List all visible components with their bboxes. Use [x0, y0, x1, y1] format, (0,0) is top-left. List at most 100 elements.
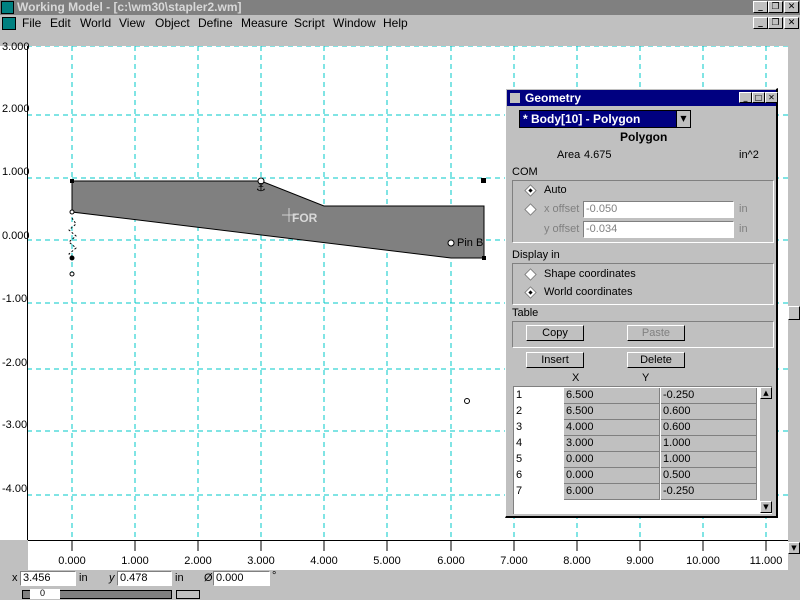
cell-x[interactable]: 6.500 — [564, 404, 660, 420]
document-icon[interactable] — [2, 17, 16, 30]
menu-edit[interactable]: Edit — [50, 16, 71, 30]
menu-define[interactable]: Define — [198, 16, 233, 30]
row-index: 7 — [516, 485, 523, 497]
area-unit: in^2 — [739, 149, 759, 161]
cell-x[interactable]: 6.500 — [564, 388, 660, 404]
cell-x[interactable]: 4.000 — [564, 420, 660, 436]
x-tick-label: 4.000 — [310, 555, 338, 567]
x-tick-label: 11.000 — [749, 555, 783, 567]
com-auto-label: Auto — [544, 184, 567, 196]
playback-field[interactable]: 0 — [30, 589, 60, 599]
world-coords-label: World coordinates — [544, 286, 633, 298]
selected-body: * Body[10] - Polygon — [523, 112, 641, 126]
menu-help[interactable]: Help — [383, 16, 408, 30]
cell-y[interactable]: 1.000 — [661, 436, 757, 452]
minimize-icon[interactable]: _ — [753, 1, 768, 13]
y-coord-field[interactable]: 0.478 — [117, 571, 172, 586]
cell-y[interactable]: 0.500 — [661, 468, 757, 484]
copy-button[interactable]: Copy — [526, 325, 584, 341]
x-tick-label: 0.000 — [58, 555, 86, 567]
playback-bar: 0 — [0, 588, 800, 600]
dialog-minimize-icon[interactable]: _ — [739, 92, 752, 103]
angle-field[interactable]: 0.000 — [213, 571, 270, 586]
restore-icon[interactable]: ❐ — [768, 1, 783, 13]
dialog-maximize-icon[interactable]: □ — [752, 92, 765, 103]
table-row[interactable]: 3 4.000 0.600 — [514, 420, 759, 436]
y-offset-field[interactable]: -0.034 — [583, 221, 734, 238]
table-scroll-down-icon[interactable]: ▼ — [760, 501, 772, 513]
x-tick-label: 9.000 — [626, 555, 654, 567]
cell-x[interactable]: 6.000 — [564, 484, 660, 500]
row-index: 1 — [516, 389, 523, 401]
close-icon[interactable]: ✕ — [784, 1, 799, 13]
menu-script[interactable]: Script — [294, 16, 325, 30]
geometry-dialog: Geometry _ □ ✕ * Body[10] - Polygon ▼ Po… — [505, 88, 778, 518]
menu-bar: File Edit World View Object Define Measu… — [0, 15, 800, 32]
vertical-scrollbar[interactable]: ▼ — [788, 46, 800, 554]
row-index: 6 — [516, 469, 523, 481]
cell-y[interactable]: -0.250 — [661, 388, 757, 404]
table-row[interactable]: 5 0.000 1.000 — [514, 452, 759, 468]
selection-handle-tl[interactable] — [70, 179, 74, 183]
x-tick-label: 6.000 — [437, 555, 465, 567]
playback-end-icon[interactable] — [176, 590, 200, 599]
menu-file[interactable]: File — [22, 16, 41, 30]
row-index: 2 — [516, 405, 523, 417]
paste-button[interactable]: Paste — [627, 325, 685, 341]
selection-handle-tr[interactable] — [481, 178, 486, 183]
cell-y[interactable]: -0.250 — [661, 484, 757, 500]
vertex-table: 1 6.500 -0.250 2 6.500 0.600 3 4.000 0.6… — [513, 386, 772, 514]
table-row[interactable]: 6 0.000 0.500 — [514, 468, 759, 484]
doc-restore-icon[interactable]: ❐ — [768, 17, 783, 29]
cell-y[interactable]: 1.000 — [661, 452, 757, 468]
x-offset-label: x offset — [544, 203, 580, 215]
pin-b-icon[interactable] — [447, 239, 455, 247]
y-tick-label: -4.00 — [2, 483, 28, 495]
status-bar: x 3.456 in y 0.478 in Ø 0.000 ° — [0, 570, 800, 588]
body-selector[interactable]: * Body[10] - Polygon ▼ — [519, 110, 691, 128]
y-ruler: 3.000 2.000 1.000 0.000 -1.00 -2.00 -3.0… — [0, 41, 30, 540]
cell-y[interactable]: 0.600 — [661, 420, 757, 436]
x-tick-label: 2.000 — [184, 555, 212, 567]
table-row[interactable]: 2 6.500 0.600 — [514, 404, 759, 420]
x-ruler-ticks — [71, 541, 767, 551]
cell-y[interactable]: 0.600 — [661, 404, 757, 420]
table-label: Table — [512, 307, 539, 319]
body-label: FOR — [292, 211, 318, 225]
x-coord-field[interactable]: 3.456 — [20, 571, 76, 586]
com-label: COM — [512, 166, 538, 178]
menu-world[interactable]: World — [80, 16, 111, 30]
insert-button[interactable]: Insert — [526, 352, 584, 368]
cell-x[interactable]: 0.000 — [564, 468, 660, 484]
doc-close-icon[interactable]: ✕ — [784, 17, 799, 29]
delete-button[interactable]: Delete — [627, 352, 685, 368]
doc-minimize-icon[interactable]: _ — [753, 17, 768, 29]
selection-handle-br[interactable] — [482, 256, 486, 260]
x-offset-unit: in — [739, 203, 748, 215]
y-unit-label: in — [175, 572, 184, 584]
dialog-menu-icon[interactable] — [510, 93, 520, 103]
x-tick-label: 10.000 — [686, 555, 720, 567]
table-scroll-up-icon[interactable]: ▲ — [760, 387, 772, 399]
geometry-title-bar[interactable]: Geometry _ □ ✕ — [507, 90, 778, 106]
menu-window[interactable]: Window — [333, 16, 376, 30]
table-row[interactable]: 4 3.000 1.000 — [514, 436, 759, 452]
x-offset-field[interactable]: -0.050 — [583, 201, 734, 218]
dialog-close-icon[interactable]: ✕ — [765, 92, 778, 103]
point-marker[interactable] — [464, 398, 470, 404]
app-icon[interactable] — [1, 1, 14, 14]
cell-x[interactable]: 3.000 — [564, 436, 660, 452]
scroll-down-icon[interactable]: ▼ — [788, 542, 800, 554]
scroll-thumb[interactable] — [788, 306, 800, 320]
table-row[interactable]: 1 6.500 -0.250 — [514, 388, 759, 404]
cell-x[interactable]: 0.000 — [564, 452, 660, 468]
table-scrollbar[interactable]: ▲ ▼ — [760, 387, 772, 513]
menu-measure[interactable]: Measure — [241, 16, 288, 30]
x-tick-label: 8.000 — [563, 555, 591, 567]
chevron-down-icon[interactable]: ▼ — [676, 111, 690, 127]
row-index: 5 — [516, 453, 523, 465]
menu-view[interactable]: View — [119, 16, 145, 30]
polygon-body[interactable] — [71, 180, 485, 259]
table-row[interactable]: 7 6.000 -0.250 — [514, 484, 759, 500]
menu-object[interactable]: Object — [155, 16, 190, 30]
